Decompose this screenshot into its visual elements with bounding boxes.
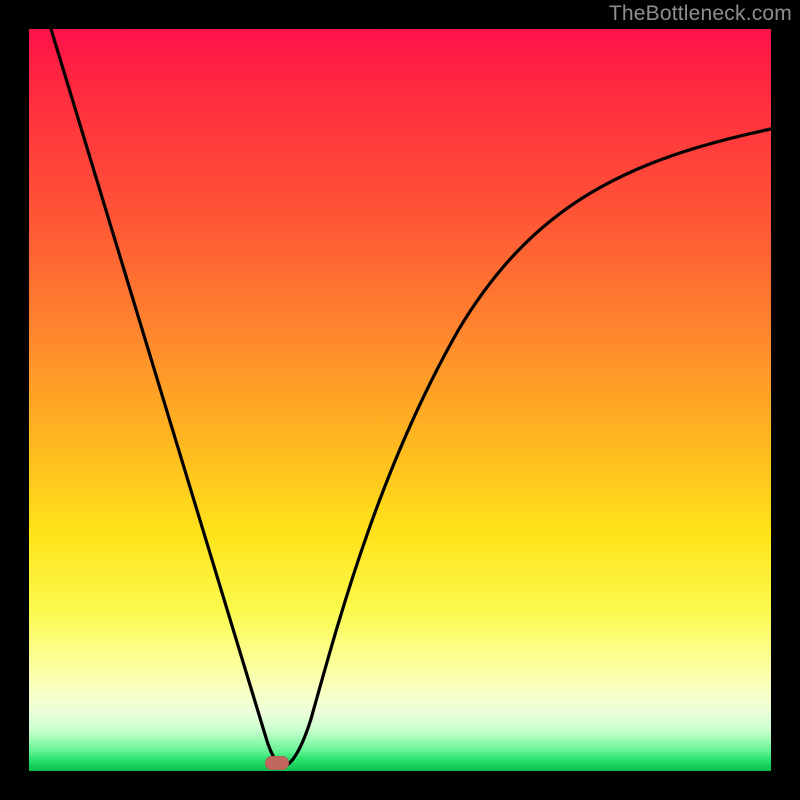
watermark-text: TheBottleneck.com <box>609 2 792 26</box>
plot-area <box>29 29 771 771</box>
bottleneck-curve <box>29 29 771 771</box>
chart-frame: TheBottleneck.com <box>0 0 800 800</box>
optimum-marker <box>265 756 289 770</box>
